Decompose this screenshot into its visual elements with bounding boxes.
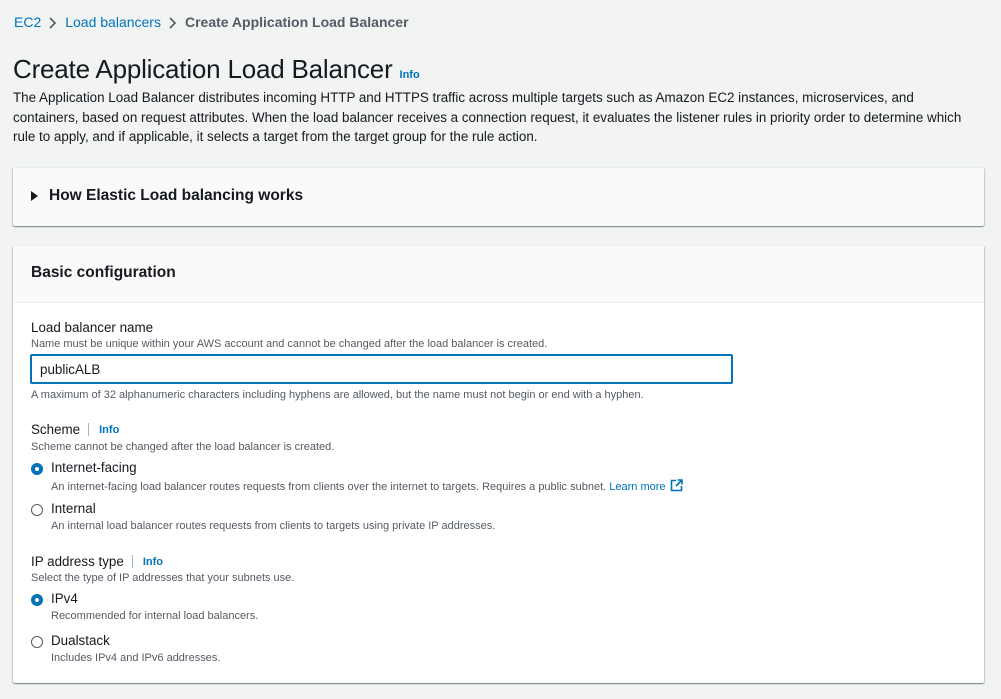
ip-dualstack-label[interactable]: Dualstack <box>51 633 110 648</box>
ip-address-type-label: IP address type <box>31 554 124 569</box>
breadcrumb-load-balancers-link[interactable]: Load balancers <box>65 14 161 30</box>
caret-right-icon <box>31 191 38 201</box>
load-balancer-name-label: Load balancer name <box>31 320 154 335</box>
ip-dualstack-description: Includes IPv4 and IPv6 addresses. <box>51 652 221 664</box>
ip-address-type-description: Select the type of IP addresses that you… <box>31 572 295 584</box>
scheme-info-link[interactable]: Info <box>99 424 119 436</box>
breadcrumb-ec2-link[interactable]: EC2 <box>14 14 41 30</box>
chevron-right-icon <box>161 14 185 30</box>
ip-address-type-info-link[interactable]: Info <box>143 556 163 568</box>
scheme-internal-description: An internal load balancer routes request… <box>51 520 496 532</box>
load-balancer-name-constraint: A maximum of 32 alphanumeric characters … <box>31 389 644 401</box>
ip-address-type-label-row: IP address type Info <box>31 554 163 569</box>
how-elb-works-section: How Elastic Load balancing works <box>13 167 984 226</box>
external-link-icon <box>670 479 683 495</box>
load-balancer-name-input[interactable] <box>30 354 733 384</box>
learn-more-text: Learn more <box>609 481 666 493</box>
basic-configuration-header: Basic configuration <box>13 246 984 303</box>
scheme-internal-radio[interactable] <box>31 504 43 516</box>
ip-ipv4-label[interactable]: IPv4 <box>51 591 78 606</box>
ip-dualstack-radio[interactable] <box>31 636 43 648</box>
scheme-description: Scheme cannot be changed after the load … <box>31 441 335 453</box>
how-elb-works-title: How Elastic Load balancing works <box>49 187 304 204</box>
scheme-internet-facing-description: An internet-facing load balancer routes … <box>51 479 683 495</box>
divider <box>88 423 90 436</box>
how-elb-works-toggle[interactable]: How Elastic Load balancing works <box>31 187 303 205</box>
load-balancer-name-description: Name must be unique within your AWS acco… <box>31 338 548 350</box>
internet-facing-desc-text: An internet-facing load balancer routes … <box>51 481 607 493</box>
basic-configuration-panel: Basic configuration Load balancer name N… <box>13 245 984 683</box>
breadcrumb-current: Create Application Load Balancer <box>184 14 409 30</box>
breadcrumb: EC2 Load balancers Create Application Lo… <box>14 14 409 30</box>
scheme-internet-facing-label[interactable]: Internet-facing <box>51 460 137 475</box>
page-header: Create Application Load Balancer Info <box>13 54 420 85</box>
page-info-link[interactable]: Info <box>400 69 420 81</box>
basic-configuration-title: Basic configuration <box>31 264 176 281</box>
scheme-internet-facing-radio[interactable] <box>31 463 43 475</box>
page-description: The Application Load Balancer distribute… <box>13 90 962 145</box>
scheme-label: Scheme <box>31 422 81 437</box>
scheme-internal-label[interactable]: Internal <box>51 501 96 516</box>
ip-ipv4-description: Recommended for internal load balancers. <box>51 610 259 622</box>
page-title: Create Application Load Balancer <box>13 54 393 84</box>
chevron-right-icon <box>41 14 65 30</box>
scheme-label-row: Scheme Info <box>31 422 119 437</box>
divider <box>131 555 133 568</box>
learn-more-link[interactable]: Learn more <box>609 479 683 495</box>
ip-ipv4-radio[interactable] <box>31 594 43 606</box>
